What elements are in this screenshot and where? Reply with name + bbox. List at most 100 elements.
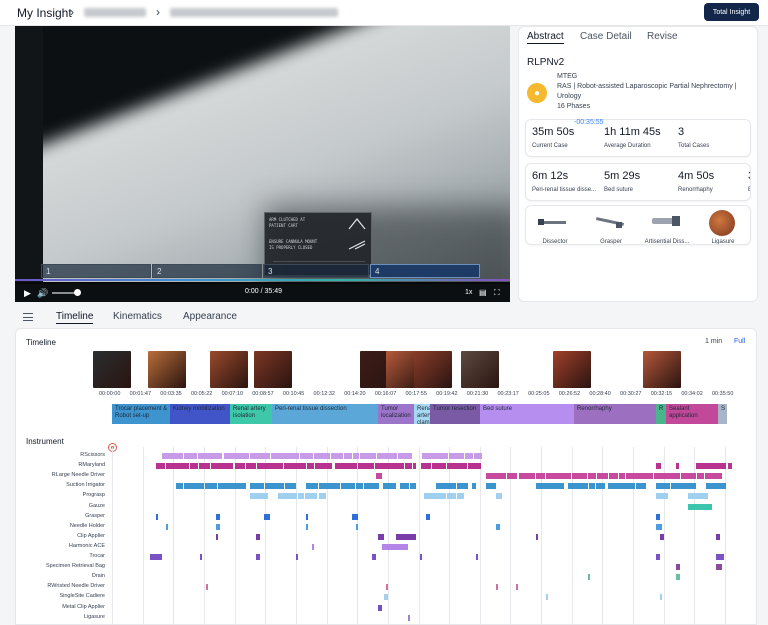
fullscreen-icon[interactable]: ⛶ bbox=[494, 288, 500, 298]
instrument-event[interactable] bbox=[364, 483, 379, 490]
instrument-event[interactable] bbox=[476, 554, 478, 560]
volume-knob[interactable] bbox=[74, 289, 81, 296]
instrument-event[interactable] bbox=[716, 564, 722, 571]
instrument-event[interactable] bbox=[408, 614, 410, 621]
play-icon[interactable]: ▶ bbox=[24, 288, 31, 299]
instrument-event[interactable] bbox=[688, 503, 712, 510]
instrument-event[interactable] bbox=[300, 453, 313, 459]
video-phase-marker[interactable]: 4 bbox=[370, 264, 480, 278]
video-phase-marker[interactable]: 1 bbox=[41, 264, 151, 278]
instrument-ligasure[interactable]: Ligasure bbox=[698, 210, 748, 244]
instrument-event[interactable] bbox=[198, 453, 222, 459]
instrument-event[interactable] bbox=[353, 453, 359, 459]
instrument-event[interactable] bbox=[352, 513, 358, 520]
timeline-thumbnail[interactable] bbox=[414, 351, 452, 388]
instrument-event[interactable] bbox=[331, 453, 343, 459]
instrument-event[interactable] bbox=[654, 473, 680, 480]
timeline-thumbnail[interactable] bbox=[148, 351, 186, 388]
phase-bar[interactable]: Bed suture bbox=[480, 404, 574, 424]
instrument-event[interactable] bbox=[400, 483, 409, 490]
instrument-event[interactable] bbox=[676, 564, 680, 571]
instrument-event[interactable] bbox=[199, 463, 210, 470]
instrument-event[interactable] bbox=[447, 463, 467, 470]
instrument-event[interactable] bbox=[596, 483, 605, 490]
instrument-grasper[interactable]: Grasper bbox=[586, 212, 636, 244]
instrument-event[interactable] bbox=[660, 533, 664, 540]
instrument-event[interactable] bbox=[312, 543, 314, 550]
instrument-event[interactable] bbox=[398, 453, 412, 459]
instrument-event[interactable] bbox=[457, 483, 468, 490]
phase-bar[interactable]: Tumor resection bbox=[430, 404, 480, 424]
instrument-event[interactable] bbox=[465, 453, 473, 459]
instrument-event[interactable] bbox=[519, 473, 535, 480]
instrument-event[interactable] bbox=[457, 493, 464, 500]
instrument-event[interactable] bbox=[546, 473, 571, 480]
instrument-event[interactable] bbox=[588, 473, 596, 480]
phase-bar[interactable]: Trocar placement & Robot set-up bbox=[112, 404, 170, 424]
instrument-event[interactable] bbox=[250, 483, 264, 490]
instrument-event[interactable] bbox=[656, 483, 670, 490]
tab-case-detail[interactable]: Case Detail bbox=[580, 31, 632, 42]
instrument-event[interactable] bbox=[256, 533, 260, 540]
total-insight-button[interactable]: Total Insight bbox=[704, 3, 759, 21]
instrument-event[interactable] bbox=[378, 533, 384, 540]
instrument-event[interactable] bbox=[319, 493, 326, 500]
breadcrumb-root[interactable]: My Insight bbox=[17, 6, 72, 20]
instrument-event[interactable] bbox=[436, 483, 456, 490]
instrument-event[interactable] bbox=[206, 584, 208, 591]
instrument-event[interactable] bbox=[671, 483, 696, 490]
zoom-full-button[interactable]: Full bbox=[734, 338, 745, 345]
instrument-event[interactable] bbox=[496, 523, 500, 530]
instrument-event[interactable] bbox=[474, 453, 482, 459]
instrument-event[interactable] bbox=[216, 523, 220, 530]
phase-bar[interactable]: Sealant application bbox=[666, 404, 718, 424]
instrument-event[interactable] bbox=[296, 554, 298, 560]
tab-timeline[interactable]: Timeline bbox=[56, 311, 94, 324]
instrument-event[interactable] bbox=[382, 543, 408, 550]
instrument-event[interactable] bbox=[341, 483, 355, 490]
instrument-event[interactable] bbox=[421, 463, 431, 470]
instrument-event[interactable] bbox=[536, 483, 564, 490]
instrument-event[interactable] bbox=[449, 453, 464, 459]
instrument-event[interactable] bbox=[200, 554, 202, 560]
instrument-event[interactable] bbox=[216, 513, 220, 520]
instrument-event[interactable] bbox=[314, 453, 330, 459]
instrument-event[interactable] bbox=[372, 554, 376, 560]
phase-bar[interactable]: Tumor localization bbox=[378, 404, 414, 424]
instrument-event[interactable] bbox=[636, 483, 646, 490]
video-phase-marker[interactable]: 2 bbox=[152, 264, 262, 278]
instrument-event[interactable] bbox=[697, 473, 704, 480]
instrument-event[interactable] bbox=[496, 584, 498, 591]
instrument-event[interactable] bbox=[536, 473, 545, 480]
instrument-event[interactable] bbox=[344, 453, 352, 459]
instrument-event[interactable] bbox=[264, 513, 270, 520]
zoom-1min-button[interactable]: 1 min bbox=[705, 338, 722, 345]
playback-speed[interactable]: 1x bbox=[465, 289, 472, 296]
instrument-event[interactable] bbox=[306, 483, 318, 490]
instrument-event[interactable] bbox=[376, 473, 382, 480]
video-player[interactable]: ARM CLUTCHED AT PATIENT CART ENSURE CANN… bbox=[15, 26, 510, 302]
instrument-event[interactable] bbox=[486, 483, 496, 490]
phase-bar[interactable]: S bbox=[718, 404, 727, 424]
instrument-event[interactable] bbox=[156, 463, 165, 470]
instrument-event[interactable] bbox=[211, 463, 233, 470]
instrument-event[interactable] bbox=[716, 533, 720, 540]
phase-bar[interactable]: Renal artery isolation bbox=[230, 404, 272, 424]
instrument-dissector[interactable]: Dissector bbox=[530, 212, 580, 244]
tab-revise[interactable]: Revise bbox=[647, 31, 678, 42]
instrument-event[interactable] bbox=[486, 473, 506, 480]
instrument-event[interactable] bbox=[184, 453, 197, 459]
video-phase-marker[interactable]: 3 bbox=[263, 264, 369, 278]
instrument-event[interactable] bbox=[162, 453, 183, 459]
instrument-event[interactable] bbox=[284, 463, 306, 470]
phase-bar[interactable]: Kidney mobilization bbox=[170, 404, 230, 424]
instrument-event[interactable] bbox=[588, 574, 590, 581]
tab-kinematics[interactable]: Kinematics bbox=[113, 311, 162, 322]
instrument-event[interactable] bbox=[396, 533, 416, 540]
instrument-event[interactable] bbox=[716, 554, 724, 560]
instrument-event[interactable] bbox=[184, 483, 204, 490]
timeline-thumbnail[interactable] bbox=[643, 351, 681, 388]
instrument-event[interactable] bbox=[568, 483, 588, 490]
timeline-thumbnail[interactable] bbox=[210, 351, 248, 388]
instrument-event[interactable] bbox=[496, 493, 502, 500]
